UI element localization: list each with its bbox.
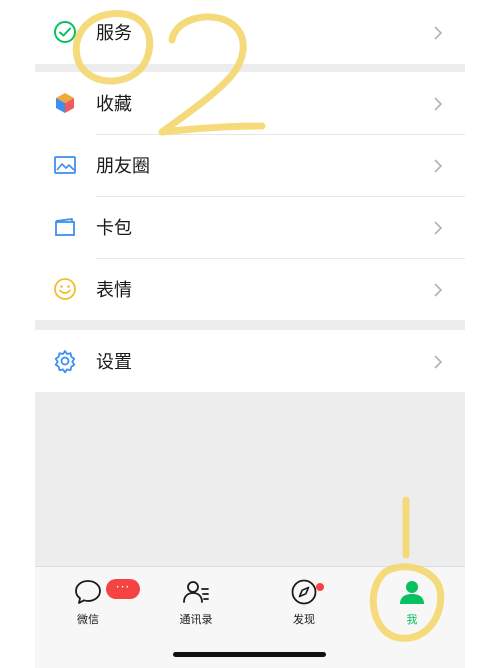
tab-label: 发现 — [293, 613, 315, 626]
compass-icon — [291, 579, 317, 605]
chevron-right-icon — [431, 354, 445, 369]
person-icon — [400, 581, 424, 604]
chevron-right-icon — [431, 220, 445, 235]
menu-item-label: 收藏 — [96, 94, 132, 115]
gear-icon — [52, 348, 78, 374]
settings-group: 设置 — [35, 330, 465, 392]
menu-item-label: 服务 — [96, 23, 132, 44]
chat-bubble-icon — [75, 580, 101, 604]
cube-icon — [52, 90, 78, 116]
home-indicator — [173, 652, 326, 657]
tab-chats[interactable]: 微信 ··· — [48, 577, 140, 627]
menu-item-label: 朋友圈 — [96, 156, 150, 177]
picture-icon — [52, 152, 78, 178]
menu-item-stickers[interactable]: 表情 — [35, 258, 465, 320]
tab-label: 通讯录 — [179, 613, 213, 626]
tab-contacts[interactable]: 通讯录 — [156, 577, 236, 627]
chevron-right-icon — [431, 25, 445, 40]
check-circle-icon — [52, 19, 78, 45]
menu-item-cards[interactable]: 卡包 — [35, 196, 465, 258]
menu-item-label: 表情 — [96, 280, 132, 301]
smile-icon — [52, 276, 78, 302]
menu-item-moments[interactable]: 朋友圈 — [35, 134, 465, 196]
features-group: 收藏 朋友圈 卡包 表情 — [35, 72, 465, 320]
contacts-icon — [183, 581, 209, 603]
services-group: 服务 — [35, 0, 465, 64]
menu-item-services[interactable]: 服务 — [35, 1, 465, 63]
unread-badge: ··· — [106, 579, 140, 599]
new-dot — [316, 583, 324, 591]
menu-item-label: 设置 — [96, 352, 132, 373]
menu-item-label: 卡包 — [96, 218, 132, 239]
menu-item-settings[interactable]: 设置 — [35, 330, 465, 392]
tab-me[interactable]: 我 — [372, 577, 452, 627]
phone-screen: 服务 收藏 朋友圈 卡包 表情 设置 微信 ··· 通讯录 发现 我 — [35, 0, 465, 668]
card-icon — [52, 214, 78, 240]
chevron-right-icon — [431, 96, 445, 111]
chevron-right-icon — [431, 282, 445, 297]
tab-label: 我 — [406, 613, 418, 626]
menu-item-favorites[interactable]: 收藏 — [35, 72, 465, 134]
chevron-right-icon — [431, 158, 445, 173]
tab-discover[interactable]: 发现 — [264, 577, 344, 627]
tab-label: 微信 — [77, 613, 99, 626]
